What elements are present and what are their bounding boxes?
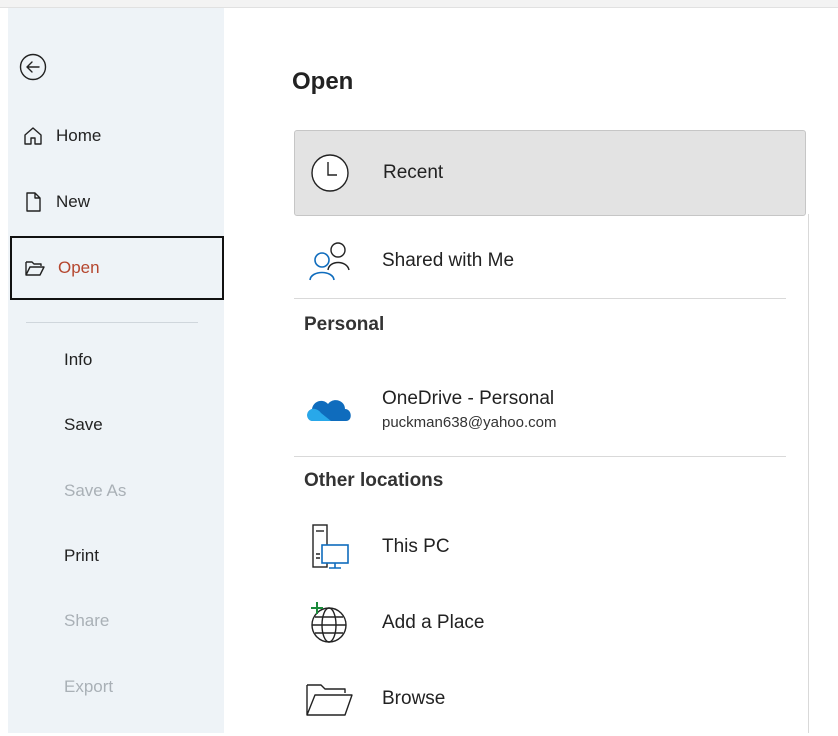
location-this-pc[interactable]: This PC xyxy=(294,508,806,586)
location-add-a-place[interactable]: Add a Place xyxy=(294,586,806,660)
clock-icon xyxy=(301,148,359,198)
sidebar-item-share[interactable]: Share xyxy=(64,611,109,631)
nav-home[interactable]: Home xyxy=(10,114,224,158)
location-browse[interactable]: Browse xyxy=(294,662,806,736)
sidebar-item-save[interactable]: Save xyxy=(64,415,103,435)
nav-open-label: Open xyxy=(58,258,100,277)
nav-open[interactable]: Open xyxy=(10,236,224,300)
location-onedrive[interactable]: OneDrive - Personal puckman638@yahoo.com xyxy=(294,364,806,454)
onedrive-email: puckman638@yahoo.com xyxy=(382,413,557,431)
globe-add-icon xyxy=(300,598,358,648)
separator xyxy=(294,298,786,299)
nav-new[interactable]: New xyxy=(10,180,224,224)
shared-with-me-label: Shared with Me xyxy=(382,250,515,271)
location-recent[interactable]: Recent xyxy=(294,130,806,216)
backstage-sidebar: Home New Open Info Save Save As Print Sh… xyxy=(8,8,224,733)
separator xyxy=(294,456,786,457)
sidebar-item-export[interactable]: Export xyxy=(64,677,113,697)
recent-label: Recent xyxy=(383,162,444,183)
location-shared-with-me[interactable]: Shared with Me xyxy=(294,222,806,300)
folder-open-icon xyxy=(24,257,46,279)
nav-home-label: Home xyxy=(56,126,102,145)
home-icon xyxy=(22,125,44,147)
nav-new-label: New xyxy=(56,192,91,211)
browse-label: Browse xyxy=(382,688,446,709)
page-title: Open xyxy=(292,68,354,95)
onedrive-cloud-icon xyxy=(300,384,358,434)
window-top-strip xyxy=(0,0,838,8)
back-arrow-icon xyxy=(19,53,47,81)
pane-divider xyxy=(808,214,809,733)
folder-icon xyxy=(300,674,358,724)
section-other-locations: Other locations xyxy=(304,470,444,491)
open-pane: Open Recent Shared with Me Personal OneD… xyxy=(224,8,838,733)
sidebar-item-print[interactable]: Print xyxy=(64,546,99,566)
back-button[interactable] xyxy=(18,52,48,82)
computer-icon xyxy=(300,522,358,572)
onedrive-name: OneDrive - Personal xyxy=(382,387,555,409)
section-personal: Personal xyxy=(304,314,385,335)
this-pc-label: This PC xyxy=(382,536,450,557)
sidebar-item-save-as[interactable]: Save As xyxy=(64,481,126,501)
new-document-icon xyxy=(22,191,44,213)
add-a-place-label: Add a Place xyxy=(382,612,485,633)
sidebar-item-info[interactable]: Info xyxy=(64,350,92,370)
sidebar-divider xyxy=(26,322,198,323)
shared-people-icon xyxy=(300,236,358,286)
